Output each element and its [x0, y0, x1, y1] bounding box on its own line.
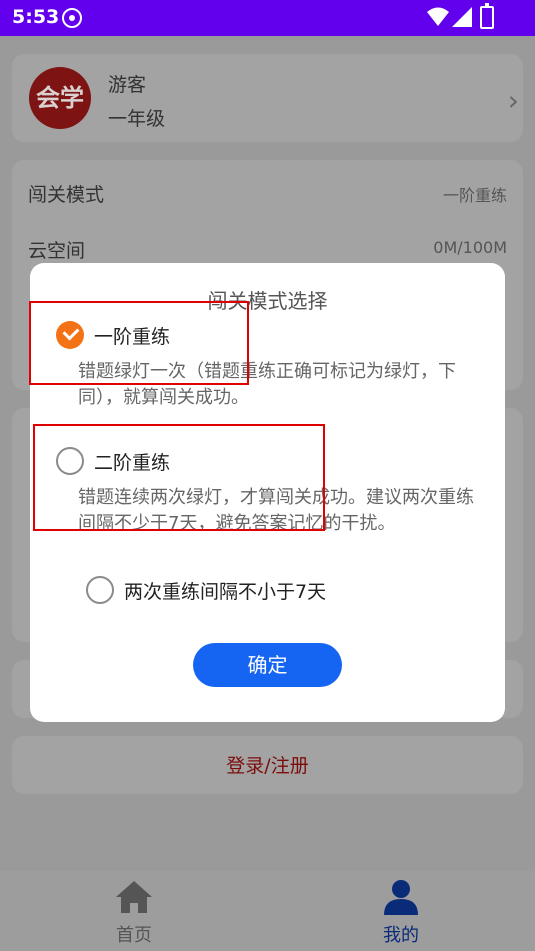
- bottom-nav: 首页 我的: [0, 871, 535, 951]
- home-icon: [116, 881, 152, 913]
- login-label: 登录/注册: [226, 755, 309, 777]
- user-icon: [384, 880, 418, 915]
- chevron-right-icon: ›: [507, 84, 519, 117]
- profile-card[interactable]: 会学 游客 一年级 ›: [12, 54, 523, 142]
- login-button[interactable]: 登录/注册: [12, 736, 523, 794]
- setting-value: 一阶重练: [442, 186, 507, 205]
- setting-row-mode[interactable]: 闯关模式 一阶重练: [28, 172, 507, 212]
- nav-home[interactable]: 首页: [84, 879, 184, 947]
- profile-name: 游客: [108, 74, 147, 96]
- highlight-box-option-two: [33, 424, 325, 531]
- nav-mine-label: 我的: [383, 925, 419, 946]
- status-time: 5:53: [12, 6, 60, 28]
- checkbox-icon[interactable]: [86, 576, 114, 604]
- nav-mine[interactable]: 我的: [351, 879, 451, 947]
- avatar: 会学: [29, 67, 91, 129]
- setting-label: 闯关模式: [28, 184, 105, 206]
- wifi-icon: [427, 7, 449, 26]
- setting-value: 0M/100M: [433, 238, 507, 257]
- nav-home-label: 首页: [116, 925, 152, 946]
- setting-label: 云空间: [28, 240, 86, 262]
- settings-status-icon: [62, 8, 82, 28]
- highlight-box-option-one: [29, 301, 249, 385]
- battery-icon: [480, 3, 494, 29]
- option-label: 两次重练间隔不小于7天: [124, 581, 327, 603]
- signal-icon: [452, 7, 472, 27]
- status-bar: 5:53: [0, 0, 535, 36]
- option-interval[interactable]: 两次重练间隔不小于7天: [86, 574, 386, 608]
- setting-row-cloud[interactable]: 云空间 0M/100M: [28, 228, 507, 268]
- profile-grade: 一年级: [108, 108, 166, 130]
- confirm-button[interactable]: 确定: [193, 643, 342, 687]
